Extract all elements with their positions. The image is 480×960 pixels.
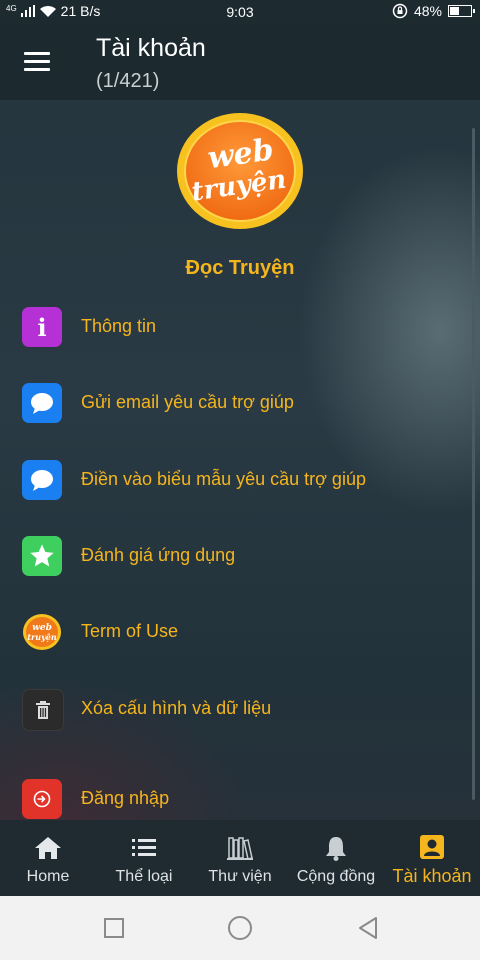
scrollbar[interactable] <box>472 128 475 800</box>
home-button-icon[interactable] <box>226 914 254 942</box>
back-icon[interactable] <box>354 914 382 942</box>
nav-label: Thể loại <box>115 868 173 885</box>
menu-item-label: Điền vào biểu mẫu yêu cầu trợ giúp <box>81 469 366 489</box>
nav-item-library[interactable]: Thư viện <box>192 820 288 896</box>
bottom-navigation: Home Thể loại Thư viện Cộng đồng Tài kho… <box>0 820 480 896</box>
system-navigation-bar <box>0 896 480 960</box>
status-bar: 4G 21 B/s 9:03 48% <box>0 0 480 24</box>
trash-icon <box>22 689 64 731</box>
info-icon: i <box>22 307 62 347</box>
menu-item-label: Xóa cấu hình và dữ liệu <box>81 698 272 718</box>
recent-apps-icon[interactable] <box>100 914 128 942</box>
chat-bubble-icon <box>22 460 62 500</box>
nav-label: Cộng đồng <box>296 868 376 885</box>
menu-item-label: Thông tin <box>81 316 157 336</box>
menu-item-label: Đăng nhập <box>81 788 170 808</box>
app-name: Đọc Truyện <box>185 257 295 279</box>
battery-icon <box>448 5 475 17</box>
menu-item-label: Term of Use <box>81 621 179 641</box>
menu-item-clear-data[interactable]: Xóa cấu hình và dữ liệu <box>0 679 470 739</box>
menu-item-rate-app[interactable]: Đánh giá ứng dụng <box>0 526 470 586</box>
nav-label: Thư viện <box>208 868 272 885</box>
status-right: 48% <box>392 3 475 19</box>
list-icon <box>132 839 156 856</box>
page-title: Tài khoản <box>96 34 206 62</box>
app-header: Tài khoản (1/421) <box>0 24 480 100</box>
page-count: (1/421) <box>96 70 160 92</box>
menu-item-terms[interactable]: web truyện Term of Use <box>0 602 470 662</box>
menu-item-label: Gửi email yêu cầu trợ giúp <box>81 392 294 412</box>
rotation-lock-icon <box>392 3 408 19</box>
menu-item-label: Đánh giá ứng dụng <box>81 545 236 565</box>
webtruyen-logo-icon: web truyện <box>22 612 62 652</box>
nav-item-categories[interactable]: Thể loại <box>96 820 192 896</box>
library-icon <box>227 837 253 860</box>
account-icon <box>420 835 444 859</box>
nav-item-community[interactable]: Cộng đồng <box>288 820 384 896</box>
login-icon <box>22 779 62 819</box>
menu-item-email-support[interactable]: Gửi email yêu cầu trợ giúp <box>0 373 470 433</box>
bell-icon <box>326 837 346 861</box>
star-icon <box>22 536 62 576</box>
battery-level <box>450 7 459 15</box>
battery-percent: 48% <box>413 3 442 19</box>
home-icon <box>35 837 61 859</box>
svg-text:truyện: truyện <box>27 632 56 642</box>
app-logo: web truyện <box>176 112 304 230</box>
menu-item-info[interactable]: i Thông tin <box>0 297 470 357</box>
nav-item-home[interactable]: Home <box>0 820 96 896</box>
hamburger-menu-icon[interactable] <box>24 52 50 72</box>
nav-item-account[interactable]: Tài khoản <box>384 820 480 896</box>
menu-item-support-form[interactable]: Điền vào biểu mẫu yêu cầu trợ giúp <box>0 450 470 510</box>
nav-label: Home <box>26 868 70 885</box>
chat-bubble-icon <box>22 383 62 423</box>
nav-label: Tài khoản <box>392 866 472 886</box>
